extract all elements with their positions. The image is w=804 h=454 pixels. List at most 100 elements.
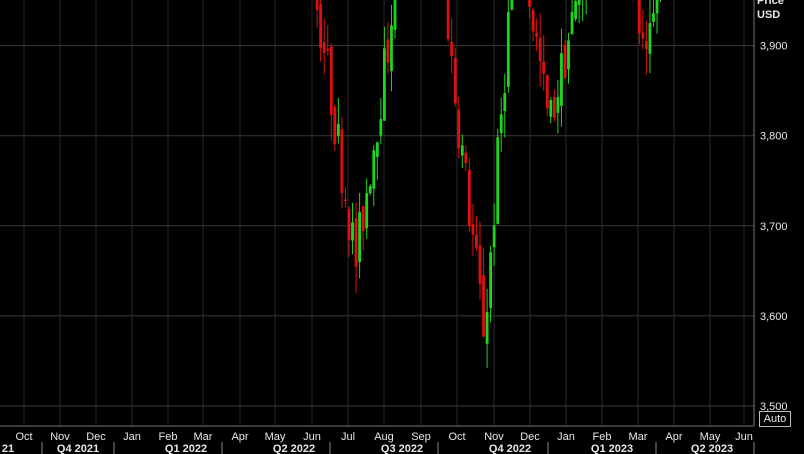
- candle-body: [503, 93, 507, 112]
- x-quarter-label: Q2 2022: [273, 443, 315, 454]
- candle-body: [645, 40, 648, 50]
- candle-body: [467, 169, 471, 227]
- candle-body: [464, 152, 468, 164]
- x-tick-month: May: [700, 431, 721, 443]
- x-tick-month: Jun: [735, 431, 753, 443]
- x-axis: Oct Nov Dec Jan Feb Mar Apr May Jun Jul Aug Sep Oct N…: [0, 0, 755, 454]
- y-axis-title: Price: [757, 0, 784, 7]
- candle-body: [347, 209, 351, 240]
- candle-body: [528, 0, 531, 7]
- candle-body: [453, 58, 457, 104]
- candle-body: [655, 0, 659, 14]
- x-quarter-label: Q1 2022: [165, 443, 207, 454]
- candle-body: [552, 96, 556, 118]
- x-tick-month: Jan: [123, 431, 141, 443]
- candle-body: [542, 61, 546, 74]
- chart-grid: [0, 0, 754, 425]
- candle-body: [340, 129, 344, 194]
- x-tick-month: May: [265, 431, 286, 443]
- candle-body: [375, 142, 379, 157]
- x-tick-month: Aug: [374, 431, 394, 443]
- auto-scale-button[interactable]: Auto: [759, 411, 791, 427]
- candle-body: [379, 118, 383, 136]
- x-tick-month: Nov: [484, 431, 504, 443]
- x-tick-month: Mar: [194, 431, 213, 443]
- x-quarter-label: Q4 2022: [489, 443, 531, 454]
- candle-body: [471, 224, 475, 235]
- candle-body: [315, 0, 319, 10]
- candle-body: [460, 145, 464, 156]
- y-axis-unit: USD: [757, 9, 781, 21]
- candle-body: [478, 245, 482, 284]
- x-tick-month: Oct: [15, 431, 32, 443]
- y-tick-label: 3,800: [760, 131, 788, 143]
- candle-body: [496, 137, 500, 224]
- candle-body: [351, 222, 354, 241]
- x-quarter-label: Q3 2022: [381, 443, 423, 454]
- x-tick-month: Oct: [448, 431, 465, 443]
- x-tick-month: Feb: [159, 431, 178, 443]
- candle-body: [652, 13, 655, 22]
- candle-body: [336, 123, 340, 137]
- x-quarter-label: 21: [2, 443, 14, 454]
- candle-body: [637, 0, 641, 34]
- candle-body: [574, 1, 577, 19]
- candle-body: [570, 11, 574, 35]
- x-tick-month: Apr: [231, 431, 248, 443]
- candlestick-series: [315, 0, 662, 368]
- candle-body: [354, 218, 358, 267]
- y-tick-label: 3,700: [760, 221, 788, 233]
- candle-body: [386, 39, 390, 63]
- candle-body: [368, 186, 372, 194]
- candle-body: [326, 48, 330, 51]
- x-quarter-label: Q2 2023: [691, 443, 733, 454]
- candle-body: [446, 0, 450, 40]
- x-tick-month: Jun: [303, 431, 321, 443]
- candle-body: [319, 4, 323, 49]
- x-tick-month: Jul: [341, 431, 355, 443]
- candle-body: [510, 0, 514, 10]
- candle-body: [329, 46, 333, 115]
- candle-body: [577, 0, 581, 5]
- x-tick-month: Sep: [411, 431, 431, 443]
- price-chart: 3,5003,6003,7003,8003,9004,0004,1004,200…: [0, 0, 788, 454]
- candle-body: [457, 109, 461, 149]
- x-tick-month: Jan: [557, 431, 575, 443]
- candle-body: [506, 12, 510, 87]
- candle-body: [485, 311, 489, 344]
- candle-body: [545, 75, 549, 109]
- x-tick-month: Feb: [593, 431, 612, 443]
- candle-body: [641, 32, 645, 39]
- x-tick-month: Nov: [50, 431, 70, 443]
- y-tick-label: 3,600: [760, 311, 788, 323]
- candle-body: [372, 150, 376, 189]
- candle-body: [475, 234, 478, 248]
- candle-body: [361, 206, 365, 231]
- x-tick-month: Dec: [86, 431, 106, 443]
- candle-body: [333, 106, 337, 145]
- candle-body: [489, 252, 493, 308]
- candle-body: [563, 45, 567, 79]
- candle-body: [450, 42, 454, 57]
- candle-body: [358, 212, 362, 262]
- x-quarter-label: Q4 2021: [57, 443, 99, 454]
- candle-body: [499, 114, 503, 134]
- x-tick-month: Dec: [520, 431, 540, 443]
- candle-body: [344, 199, 347, 202]
- candle-body: [531, 10, 535, 32]
- x-tick-month: Apr: [665, 431, 682, 443]
- candle-body: [492, 225, 496, 248]
- candle-body: [567, 40, 570, 70]
- candle-body: [393, 0, 397, 30]
- candle-body: [560, 53, 563, 106]
- candle-body: [535, 32, 539, 37]
- candle-body: [556, 97, 560, 113]
- y-axis-ticks: 3,5003,6003,7003,8003,9004,0004,1004,200…: [760, 41, 788, 413]
- candle-body: [549, 99, 553, 117]
- y-tick-label: 3,900: [760, 41, 788, 53]
- candle-body: [482, 275, 485, 337]
- candle-body: [648, 22, 652, 54]
- candle-body: [390, 25, 393, 71]
- candle-body: [365, 193, 369, 229]
- x-tick-month: Mar: [629, 431, 648, 443]
